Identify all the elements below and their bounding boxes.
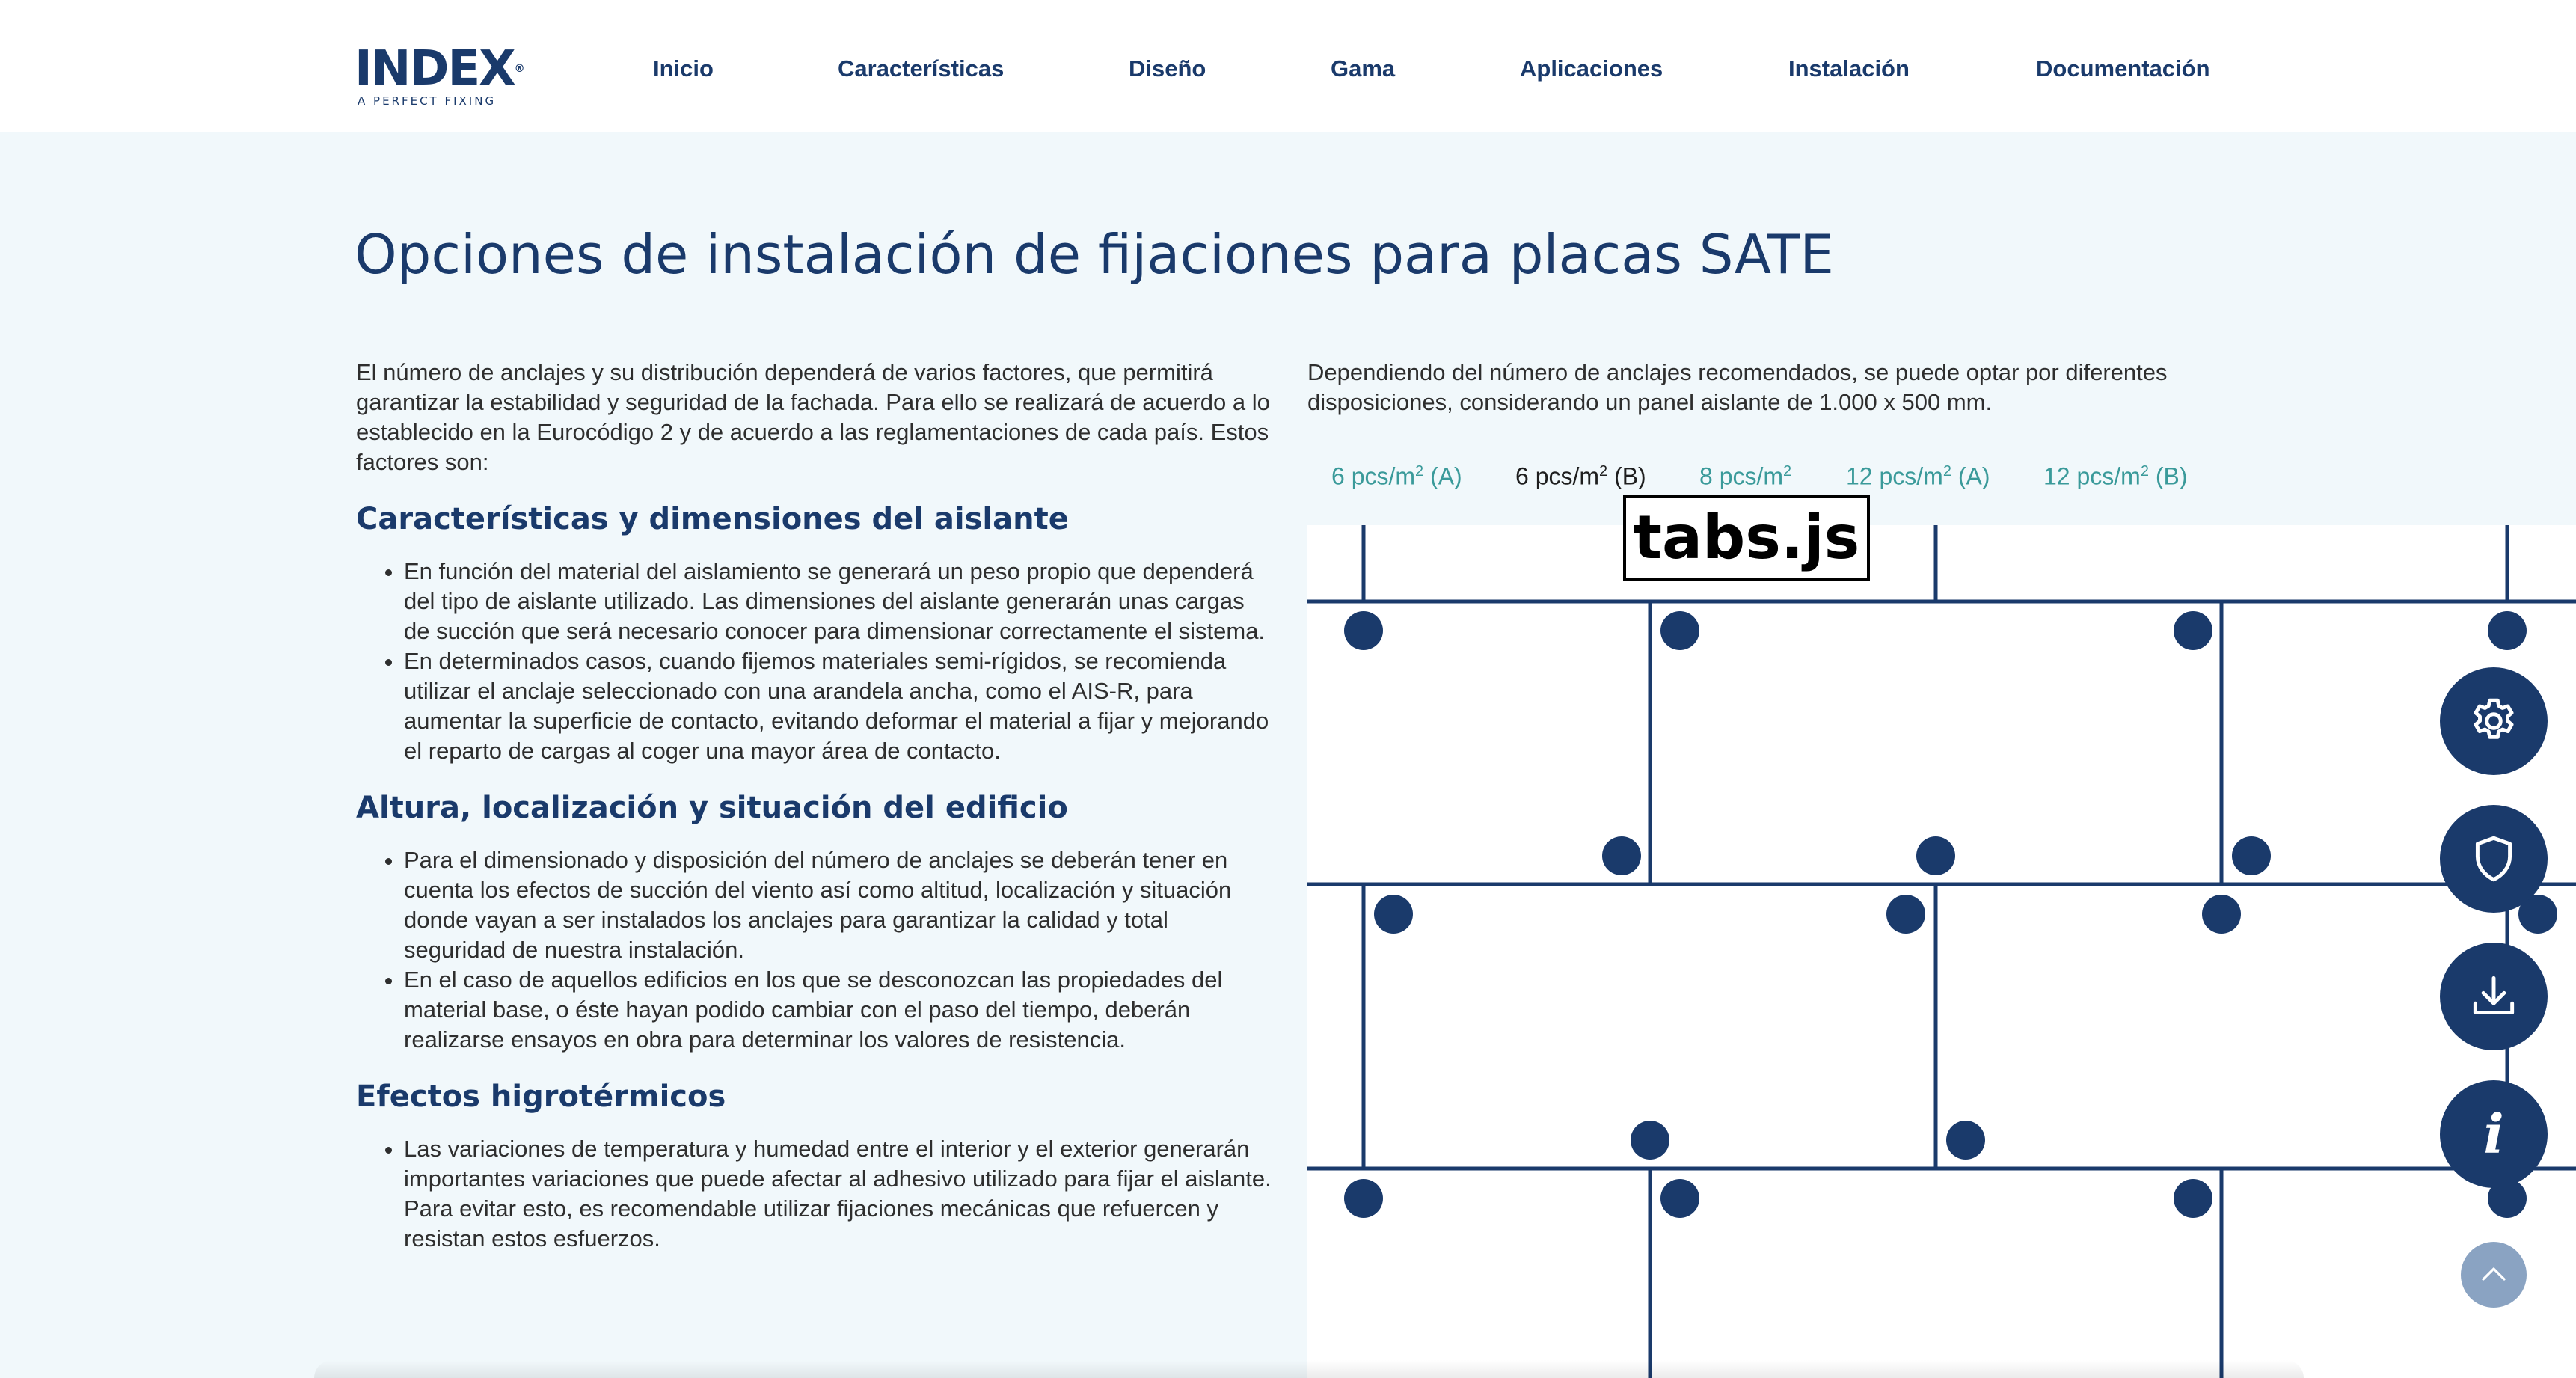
nav-documentacion[interactable]: Documentación: [2036, 54, 2210, 84]
tab-8-pcs[interactable]: 8 pcs/m2: [1699, 452, 1791, 496]
tab-12-pcs-b[interactable]: 12 pcs/m2 (B): [2043, 452, 2188, 496]
list-item: En el caso de aquellos edificios en los …: [404, 965, 1276, 1055]
info-button[interactable]: i: [2440, 1080, 2548, 1188]
page-title: Opciones de instalación de fijaciones pa…: [355, 223, 1834, 286]
nav-aplicaciones[interactable]: Aplicaciones: [1520, 54, 1663, 84]
tab-6-pcs-b[interactable]: 6 pcs/m2 (B): [1515, 452, 1646, 496]
top-bar: INDEX® A PERFECT FIXING Inicio Caracterí…: [0, 0, 2576, 132]
chevron-up-icon: [2482, 1267, 2506, 1281]
tab-6-pcs-a[interactable]: 6 pcs/m2 (A): [1331, 452, 1462, 496]
settings-button[interactable]: [2440, 667, 2548, 775]
factors-column: El número de anclajes y su distribución …: [356, 358, 1276, 1254]
nav-inicio[interactable]: Inicio: [653, 54, 714, 84]
section-heading-insulation: Características y dimensiones del aislan…: [356, 502, 1069, 536]
shield-icon: [2475, 836, 2512, 882]
tab-12-pcs-a[interactable]: 12 pcs/m2 (A): [1846, 452, 1990, 496]
intro-paragraph: El número de anclajes y su distribución …: [356, 359, 1270, 475]
list-item: En determinados casos, cuando fijemos ma…: [404, 646, 1276, 766]
privacy-button[interactable]: [2440, 805, 2548, 913]
logo-wordmark: INDEX®: [355, 41, 525, 97]
bottom-card-edge: [314, 1360, 2304, 1378]
nav-instalacion[interactable]: Instalación: [1788, 54, 1910, 84]
list-item: Para el dimensionado y disposición del n…: [404, 845, 1276, 965]
script-overlay-label: tabs.js: [1623, 495, 1870, 581]
section-heading-building: Altura, localización y situación del edi…: [356, 791, 1068, 825]
insulation-list: En función del material del aislamiento …: [356, 557, 1276, 766]
info-icon: i: [2483, 1102, 2504, 1166]
nav-gama[interactable]: Gama: [1331, 54, 1395, 84]
list-item: Las variaciones de temperatura y humedad…: [404, 1134, 1276, 1254]
scroll-to-top-button[interactable]: [2461, 1242, 2527, 1308]
list-item: En función del material del aislamiento …: [404, 557, 1276, 646]
section-heading-hygrothermal: Efectos higrotérmicos: [356, 1080, 726, 1114]
index-logo[interactable]: INDEX® A PERFECT FIXING: [355, 41, 534, 108]
download-button[interactable]: [2440, 943, 2548, 1050]
anchor-layout-diagram: [1307, 525, 2576, 1378]
nav-diseno[interactable]: Diseño: [1129, 54, 1206, 84]
hygrothermal-list: Las variaciones de temperatura y humedad…: [356, 1134, 1276, 1254]
gear-icon: [2474, 698, 2514, 739]
download-icon: [2473, 976, 2515, 1015]
layout-intro: Dependiendo del número de anclajes recom…: [1307, 359, 2168, 415]
nav-caracteristicas[interactable]: Características: [838, 54, 1004, 84]
building-list: Para el dimensionado y disposición del n…: [356, 845, 1276, 1055]
